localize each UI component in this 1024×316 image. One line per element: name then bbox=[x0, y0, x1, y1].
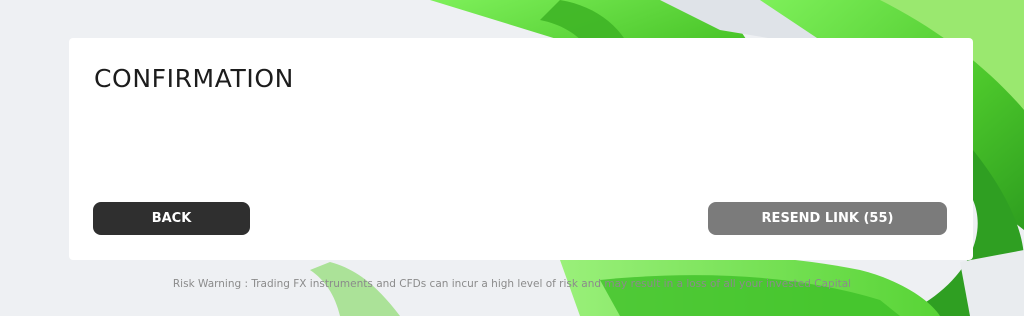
confirmation-dialog: CONFIRMATION BACK RESEND LINK (55) bbox=[69, 38, 973, 260]
dialog-title: CONFIRMATION bbox=[94, 64, 294, 93]
resend-link-button[interactable]: RESEND LINK (55) bbox=[708, 202, 947, 235]
risk-warning: Risk Warning : Trading FX instruments an… bbox=[172, 278, 852, 290]
back-button[interactable]: BACK bbox=[93, 202, 250, 235]
